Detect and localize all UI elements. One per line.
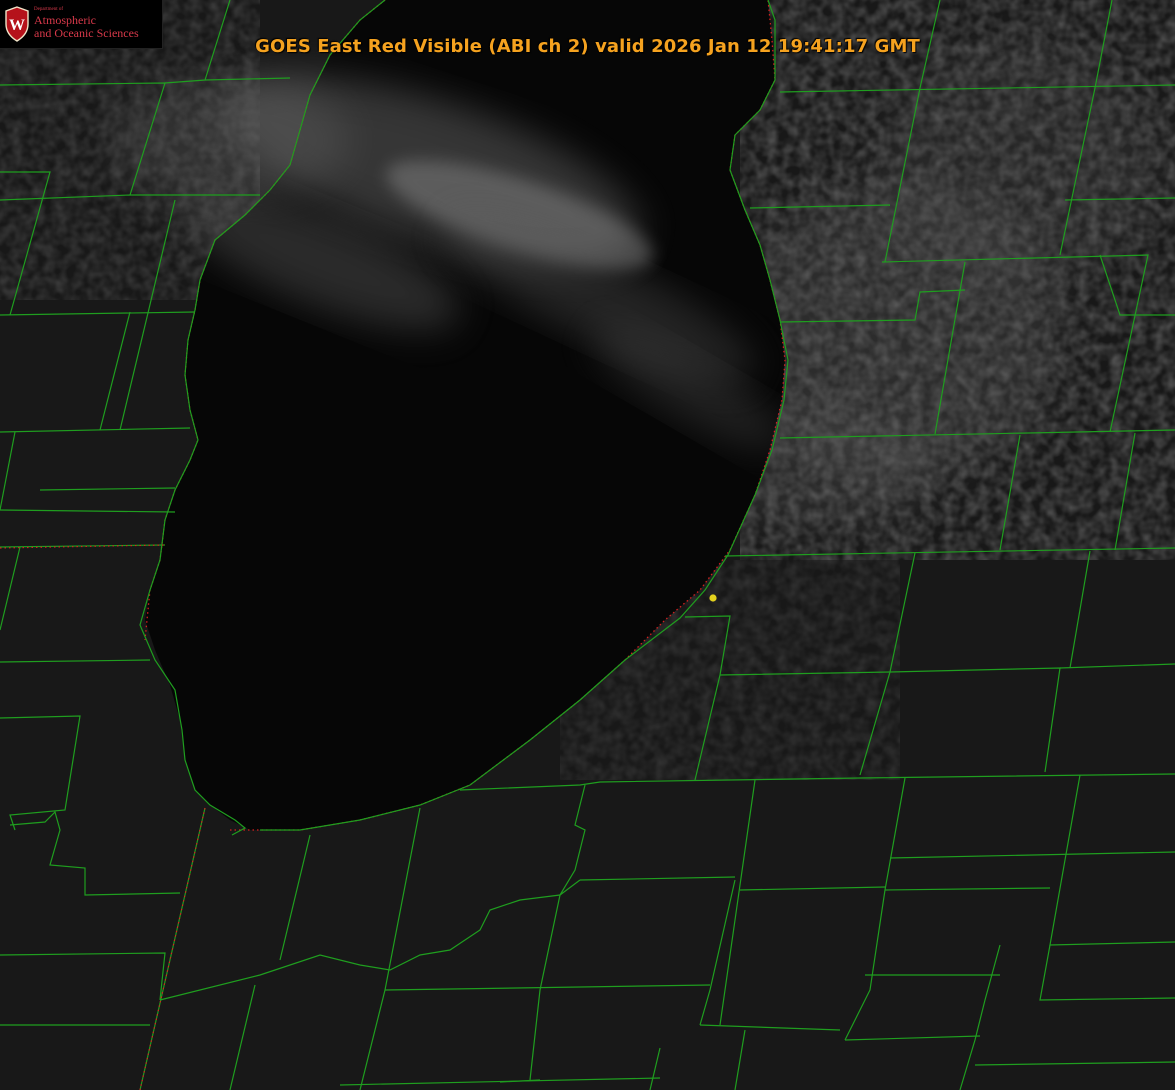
station-marker-icon[interactable] <box>709 594 717 602</box>
satellite-map <box>0 0 1175 1090</box>
image-title: GOES East Red Visible (ABI ch 2) valid 2… <box>255 36 920 57</box>
satellite-image-frame: W Department of Atmospheric and Oceanic … <box>0 0 1175 1090</box>
crest-letter: W <box>9 17 25 34</box>
